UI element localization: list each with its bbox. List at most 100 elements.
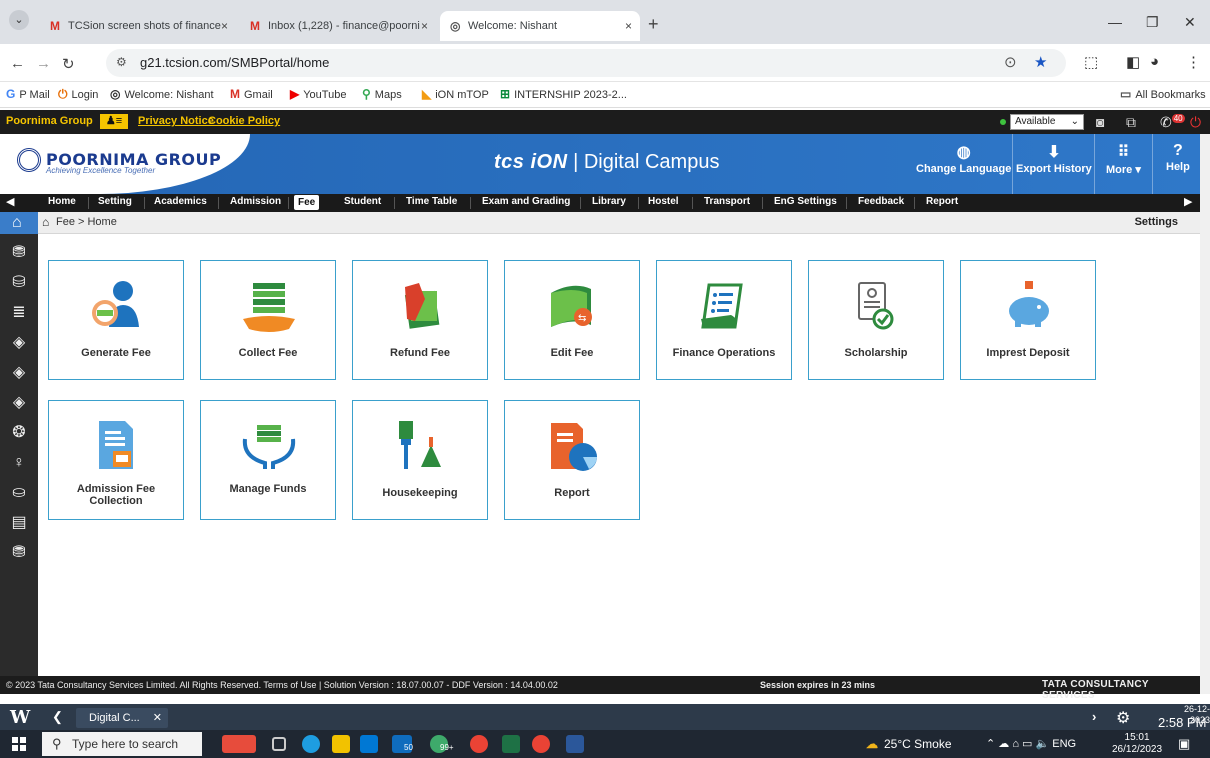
document-icon[interactable]: ▤	[10, 514, 28, 532]
excel-icon[interactable]	[502, 735, 520, 753]
mail-icon[interactable]: 50	[392, 735, 413, 753]
browser-tab[interactable]: M TCSion screen shots of finance ×	[40, 11, 236, 41]
teams-icon[interactable]: 99+	[430, 735, 454, 753]
weather-widget[interactable]: ☁ 25°C Smoke	[866, 737, 952, 751]
tag-icon[interactable]: ◈	[10, 394, 28, 412]
all-bookmarks[interactable]: ▭ All Bookmarks	[1120, 87, 1206, 101]
bookmark-item[interactable]: ◎ Welcome: Nishant	[110, 87, 214, 101]
tile-admission-fee-collection[interactable]: Admission Fee Collection	[48, 400, 184, 520]
browser-tab-active[interactable]: ◎ Welcome: Nishant ×	[440, 11, 640, 41]
tile-generate-fee[interactable]: Generate Fee	[48, 260, 184, 380]
tile-scholarship[interactable]: Scholarship	[808, 260, 944, 380]
coins-user-icon[interactable]: ⛀	[10, 484, 28, 502]
profile-avatar[interactable]: ◕	[1150, 53, 1159, 70]
browser-tab[interactable]: M Inbox (1,228) - finance@poorni ×	[240, 11, 436, 41]
windows-start-icon[interactable]	[12, 737, 26, 751]
money-bag-icon[interactable]: ❂	[10, 424, 28, 442]
reload-icon[interactable]: ↻	[62, 55, 75, 73]
tile-refund-fee[interactable]: Refund Fee	[352, 260, 488, 380]
extensions-icon[interactable]: ⬚	[1084, 53, 1098, 71]
tile-imprest-deposit[interactable]: Imprest Deposit	[960, 260, 1096, 380]
news-widget-icon[interactable]	[222, 735, 256, 753]
page-scrollbar[interactable]	[1200, 134, 1210, 694]
bookmark-item[interactable]: ⊞ INTERNSHIP 2023-2...	[500, 87, 627, 101]
restore-icon[interactable]: ❐	[1146, 14, 1159, 31]
bookmark-item[interactable]: ⏻ Login	[58, 87, 98, 102]
menu-item-library[interactable]: Library	[592, 196, 626, 207]
chrome-icon[interactable]	[532, 735, 550, 753]
edge-icon[interactable]	[302, 735, 320, 753]
menu-right-arrow-icon[interactable]: ▶	[1184, 195, 1192, 208]
new-tab-icon[interactable]: +	[648, 14, 659, 35]
close-icon[interactable]: ×	[221, 11, 228, 41]
tray-icons[interactable]: ⌃ ☁ ⌂ ▭ 🔈	[986, 738, 1052, 750]
menu-item-transport[interactable]: Transport	[704, 196, 750, 207]
tile-housekeeping[interactable]: Housekeeping	[352, 400, 488, 520]
menu-item-feedback[interactable]: Feedback	[858, 196, 904, 207]
bookmark-item[interactable]: ⚲ Maps	[362, 87, 402, 101]
language-indicator[interactable]: ENG	[1052, 738, 1076, 750]
tile-finance-operations[interactable]: Finance Operations	[656, 260, 792, 380]
back-icon[interactable]: ←	[10, 55, 25, 72]
coins-stack-icon[interactable]: ⛃	[10, 544, 28, 562]
close-icon[interactable]: ×	[625, 11, 632, 41]
stack-icon[interactable]: ≣	[10, 304, 28, 322]
bookmark-star-icon[interactable]: ★	[1034, 53, 1047, 71]
settings-link[interactable]: Settings	[1135, 216, 1178, 228]
menu-item-home[interactable]: Home	[48, 196, 76, 207]
taskbar-clock[interactable]: 15:01 26/12/2023	[1112, 732, 1162, 756]
privacy-link[interactable]: Privacy Notice	[138, 115, 214, 127]
home-icon[interactable]: ⌂	[42, 215, 49, 229]
coins-down-icon[interactable]: ⛁	[10, 274, 28, 292]
notification-icon[interactable]: ✆ 40	[1160, 114, 1185, 131]
url-field[interactable]: ⚙ g21.tcsion.com/SMBPortal/home ⊙ ★	[106, 49, 1066, 77]
gear-icon[interactable]: ⚙	[1116, 708, 1130, 728]
menu-item-fee[interactable]: Fee	[294, 195, 320, 210]
menu-item-admission[interactable]: Admission	[230, 196, 281, 207]
tile-report[interactable]: Report	[504, 400, 640, 520]
menu-item-eng-settings[interactable]: EnG Settings	[774, 196, 837, 207]
tile-manage-funds[interactable]: Manage Funds	[200, 400, 336, 520]
browser-menu-icon[interactable]: ⋮	[1186, 53, 1201, 71]
tab-search-button[interactable]: ⌄	[9, 10, 29, 30]
menu-item-hostel[interactable]: Hostel	[648, 196, 679, 207]
close-icon[interactable]: ×	[421, 11, 428, 41]
app-tab[interactable]: Digital C... ✕	[76, 708, 168, 728]
menu-item-setting[interactable]: Setting	[98, 196, 132, 207]
system-tray[interactable]: ⌃ ☁ ⌂ ▭ 🔈 ENG	[986, 737, 1076, 750]
side-panel-icon[interactable]: ◧	[1126, 53, 1140, 71]
menu-item-academics[interactable]: Academics	[154, 196, 207, 207]
menu-item-report[interactable]: Report	[926, 196, 958, 207]
taskbar-search[interactable]: ⚲ Type here to search	[42, 732, 202, 756]
more-button[interactable]: ⠿ More ▾	[1106, 142, 1141, 176]
change-language-button[interactable]: ◍ Change Language	[916, 142, 1011, 175]
menu-item-time-table[interactable]: Time Table	[406, 196, 457, 207]
chrome-icon[interactable]	[470, 735, 488, 753]
bookmark-item[interactable]: ▶ YouTube	[290, 87, 346, 101]
store-icon[interactable]	[360, 735, 378, 753]
logout-icon[interactable]: ⏻	[1190, 114, 1201, 131]
coins-icon[interactable]: ⛃	[10, 244, 28, 262]
close-window-icon[interactable]: ✕	[1184, 14, 1196, 31]
app-logo-icon[interactable]: W	[10, 707, 30, 728]
task-view-icon[interactable]	[272, 737, 286, 751]
close-icon[interactable]: ✕	[153, 708, 162, 728]
bookmark-item[interactable]: M Gmail	[230, 87, 273, 101]
user-menu-icon[interactable]: ♟≡	[100, 114, 128, 129]
cookie-link[interactable]: Cookie Policy	[208, 115, 280, 127]
tile-edit-fee[interactable]: ⇆ Edit Fee	[504, 260, 640, 380]
bookmark-item[interactable]: GP Mail	[6, 87, 50, 101]
screens-icon[interactable]: ⧉	[1126, 114, 1136, 131]
word-icon[interactable]	[566, 735, 584, 753]
bookmark-item[interactable]: ◣ iON mTOP	[422, 87, 489, 101]
notification-center-icon[interactable]: ▣	[1178, 736, 1190, 752]
site-info-icon[interactable]: ⚙	[116, 55, 127, 69]
tile-collect-fee[interactable]: Collect Fee	[200, 260, 336, 380]
camera-icon[interactable]: ◙	[1096, 114, 1104, 130]
location-icon[interactable]: ⊙	[1004, 53, 1017, 71]
back-icon[interactable]: ❮	[52, 709, 63, 725]
minimize-icon[interactable]: —	[1108, 14, 1122, 30]
availability-select[interactable]: Available ⌄	[1010, 114, 1084, 130]
help-button[interactable]: ? Help	[1166, 142, 1190, 173]
user-key-icon[interactable]: ♀	[10, 454, 28, 472]
